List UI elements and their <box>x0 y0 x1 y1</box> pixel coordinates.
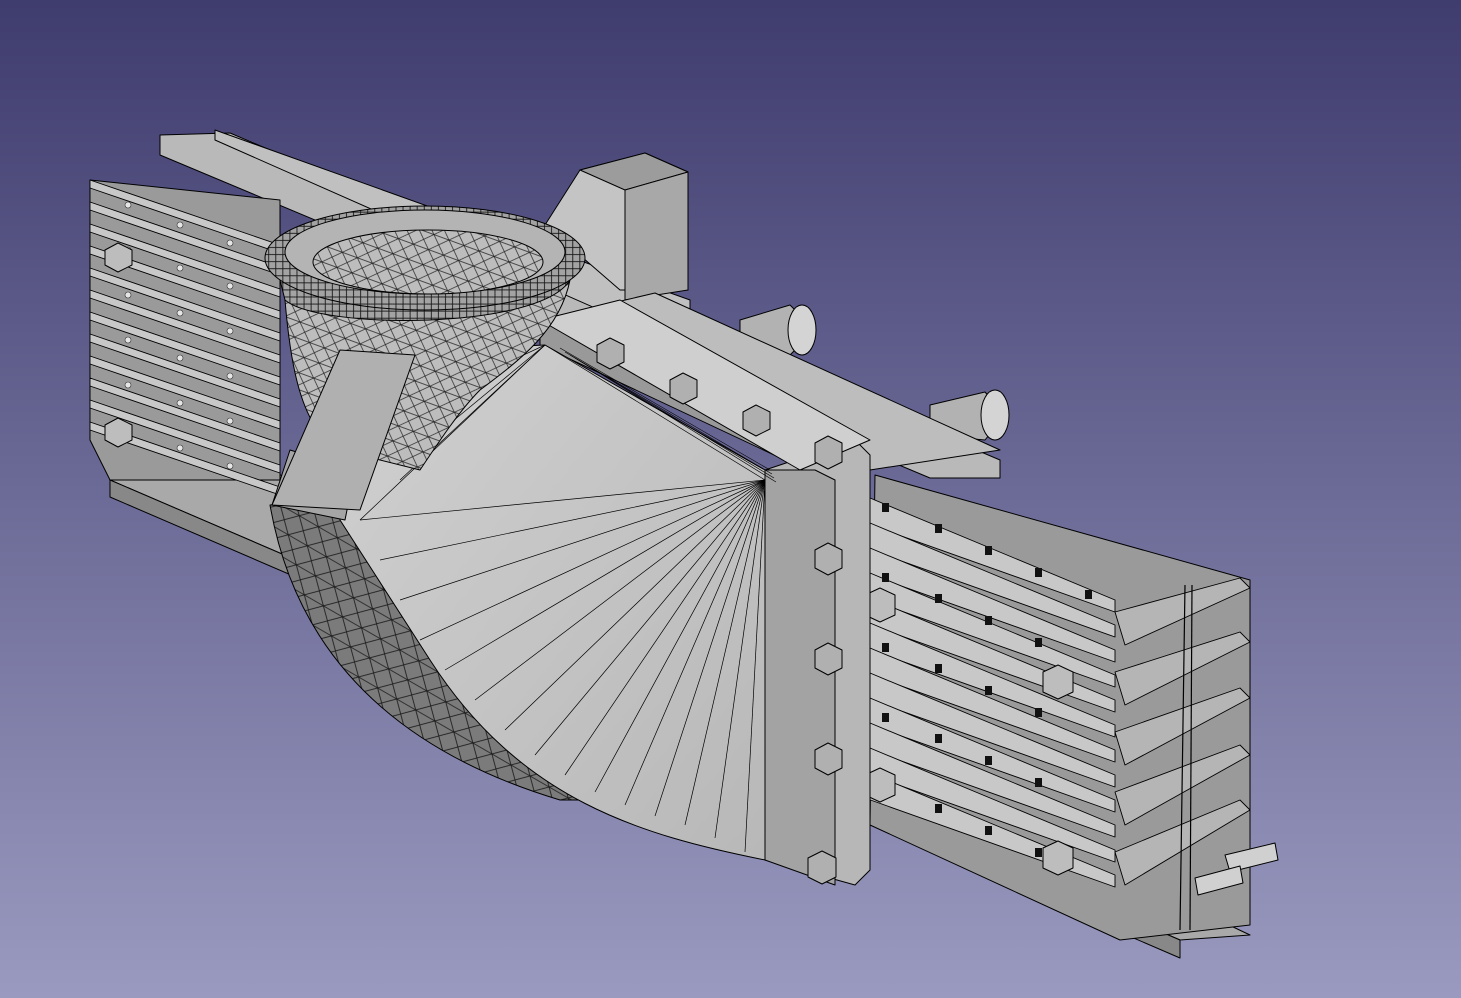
3d-viewport[interactable] <box>0 0 1461 998</box>
viewport-canvas[interactable] <box>0 0 1461 998</box>
left-heat-sink <box>89 179 281 496</box>
